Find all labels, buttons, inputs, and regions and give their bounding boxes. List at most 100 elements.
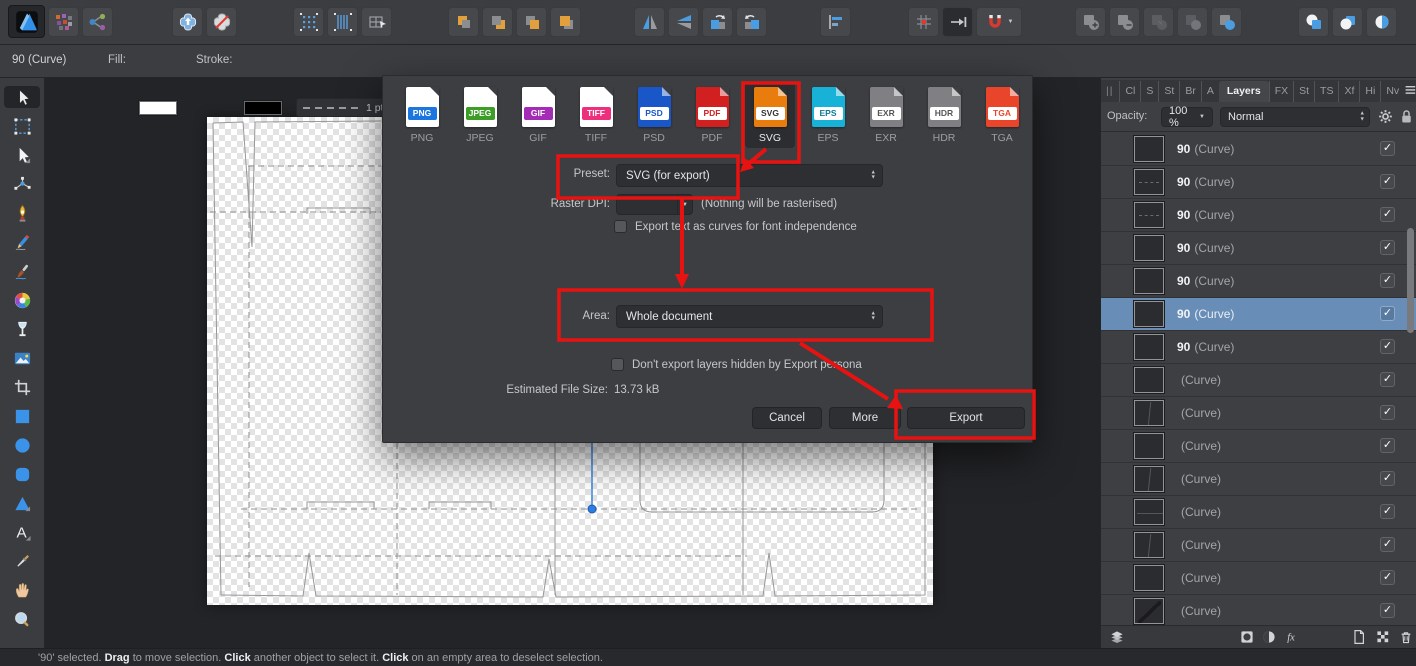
transparency-tool[interactable]	[4, 318, 40, 340]
layer-row-9[interactable]: (Curve)✓	[1101, 430, 1416, 463]
stroke-style-widget[interactable]: 1 pt	[296, 98, 392, 117]
layer-visibility-checkbox[interactable]: ✓	[1380, 339, 1395, 354]
fill-tool[interactable]	[4, 289, 40, 311]
magnet-dropdown-button[interactable]: ▼	[976, 7, 1022, 37]
share-nodes-button[interactable]	[82, 7, 113, 37]
layer-row-2[interactable]: 90(Curve)✓	[1101, 199, 1416, 232]
arrange-to-back-button[interactable]	[448, 7, 479, 37]
layer-row-4[interactable]: 90(Curve)✓	[1101, 265, 1416, 298]
fill-swatch[interactable]	[138, 100, 178, 116]
selected-node-indicator[interactable]	[588, 443, 596, 513]
layer-visibility-checkbox[interactable]: ✓	[1380, 405, 1395, 420]
layer-visibility-checkbox[interactable]: ✓	[1380, 141, 1395, 156]
format-tga[interactable]: TGATGA	[977, 82, 1027, 148]
layer-row-0[interactable]: 90(Curve)✓	[1101, 133, 1416, 166]
artboard-tool[interactable]	[4, 115, 40, 137]
rectangle-tool[interactable]	[4, 405, 40, 427]
color-picker-tool[interactable]	[4, 550, 40, 572]
insert-inside-button[interactable]	[1332, 7, 1363, 37]
bool-subtract-button[interactable]	[1109, 7, 1140, 37]
affinity-logo-button[interactable]	[8, 5, 45, 38]
move-tool[interactable]	[4, 86, 40, 108]
layer-visibility-checkbox[interactable]: ✓	[1380, 207, 1395, 222]
checkerboard-icon[interactable]	[1375, 629, 1392, 646]
format-hdr[interactable]: HDRHDR	[919, 82, 969, 148]
pencil-tool[interactable]	[4, 231, 40, 253]
ellipse-tool[interactable]	[4, 434, 40, 456]
tab-a[interactable]: A	[1201, 81, 1219, 102]
tab-br[interactable]: Br	[1179, 81, 1201, 102]
format-jpeg[interactable]: JPEGJPEG	[455, 82, 505, 148]
layer-row-5[interactable]: 90(Curve)✓	[1101, 298, 1416, 331]
layer-visibility-checkbox[interactable]: ✓	[1380, 438, 1395, 453]
bool-xor-button[interactable]	[1211, 7, 1242, 37]
rounded-rectangle-tool[interactable]	[4, 463, 40, 485]
layer-visibility-checkbox[interactable]: ✓	[1380, 603, 1395, 618]
flip-vertical-button[interactable]	[668, 7, 699, 37]
place-image-tool[interactable]	[4, 347, 40, 369]
tab-s[interactable]: S	[1140, 81, 1158, 102]
layer-stack-icon[interactable]	[1109, 629, 1126, 646]
arrange-forward-one-button[interactable]	[516, 7, 547, 37]
arrange-to-front-button[interactable]	[550, 7, 581, 37]
tab-ts[interactable]: TS	[1314, 81, 1338, 102]
rotate-cw-button[interactable]	[736, 7, 767, 37]
hand-tool[interactable]	[4, 579, 40, 601]
panel-drag-handle[interactable]: ||	[1101, 85, 1119, 97]
format-svg[interactable]: SVGSVG	[745, 82, 795, 148]
layer-visibility-checkbox[interactable]: ✓	[1380, 273, 1395, 288]
layer-row-8[interactable]: (Curve)✓	[1101, 397, 1416, 430]
crop-tool[interactable]	[4, 376, 40, 398]
layer-row-6[interactable]: 90(Curve)✓	[1101, 331, 1416, 364]
layer-row-3[interactable]: 90(Curve)✓	[1101, 232, 1416, 265]
triangle-tool[interactable]	[4, 492, 40, 514]
format-gif[interactable]: GIFGIF	[513, 82, 563, 148]
arrange-back-one-button[interactable]	[482, 7, 513, 37]
hidden-layers-checkbox[interactable]	[611, 358, 624, 371]
grid-dots-button[interactable]	[293, 7, 324, 37]
blend-mode-dropdown[interactable]: Normal ▲▼	[1220, 107, 1370, 127]
format-pdf[interactable]: PDFPDF	[687, 82, 737, 148]
layer-row-10[interactable]: (Curve)✓	[1101, 463, 1416, 496]
format-psd[interactable]: PSDPSD	[629, 82, 679, 148]
layer-row-14[interactable]: (Curve)✓	[1101, 595, 1416, 626]
panel-menu-icon[interactable]	[1404, 82, 1416, 101]
tab-st[interactable]: St	[1158, 81, 1179, 102]
lock-icon[interactable]	[1398, 108, 1416, 126]
layer-visibility-checkbox[interactable]: ✓	[1380, 240, 1395, 255]
rotate-ccw-button[interactable]	[702, 7, 733, 37]
layer-row-13[interactable]: (Curve)✓	[1101, 562, 1416, 595]
text-as-curves-checkbox[interactable]	[614, 220, 627, 233]
flip-horizontal-button[interactable]	[634, 7, 665, 37]
layer-row-7[interactable]: (Curve)✓	[1101, 364, 1416, 397]
gear-icon[interactable]	[1377, 108, 1395, 126]
bool-divide-button[interactable]	[1177, 7, 1208, 37]
vector-brush-tool[interactable]	[4, 260, 40, 282]
layer-visibility-checkbox[interactable]: ✓	[1380, 570, 1395, 585]
layer-visibility-checkbox[interactable]: ✓	[1380, 306, 1395, 321]
align-button[interactable]	[820, 7, 851, 37]
text-tool[interactable]: A	[4, 521, 40, 543]
format-tiff[interactable]: TIFFTIFF	[571, 82, 621, 148]
opacity-dropdown[interactable]: 100 % ▼	[1161, 107, 1213, 127]
bool-add-button[interactable]	[1075, 7, 1106, 37]
layer-row-12[interactable]: (Curve)✓	[1101, 529, 1416, 562]
mask-icon[interactable]	[1239, 629, 1256, 646]
stroke-swatch[interactable]	[243, 100, 283, 116]
insert-behind-button[interactable]	[1298, 7, 1329, 37]
node-tool[interactable]	[4, 144, 40, 166]
tab-xf[interactable]: Xf	[1338, 81, 1359, 102]
layer-visibility-checkbox[interactable]: ✓	[1380, 504, 1395, 519]
cancel-button[interactable]: Cancel	[752, 407, 822, 429]
more-button[interactable]: More	[829, 407, 901, 429]
export-button[interactable]: Export	[907, 407, 1025, 429]
tab-nv[interactable]: Nv	[1380, 81, 1404, 102]
flower-slash-button[interactable]	[206, 7, 237, 37]
tab-layers[interactable]: Layers	[1219, 81, 1269, 102]
format-png[interactable]: PNGPNG	[397, 82, 447, 148]
format-exr[interactable]: EXREXR	[861, 82, 911, 148]
tab-cl[interactable]: Cl	[1119, 81, 1140, 102]
new-layer-icon[interactable]	[1351, 629, 1368, 646]
trash-icon[interactable]	[1398, 629, 1415, 646]
layer-visibility-checkbox[interactable]: ✓	[1380, 372, 1395, 387]
